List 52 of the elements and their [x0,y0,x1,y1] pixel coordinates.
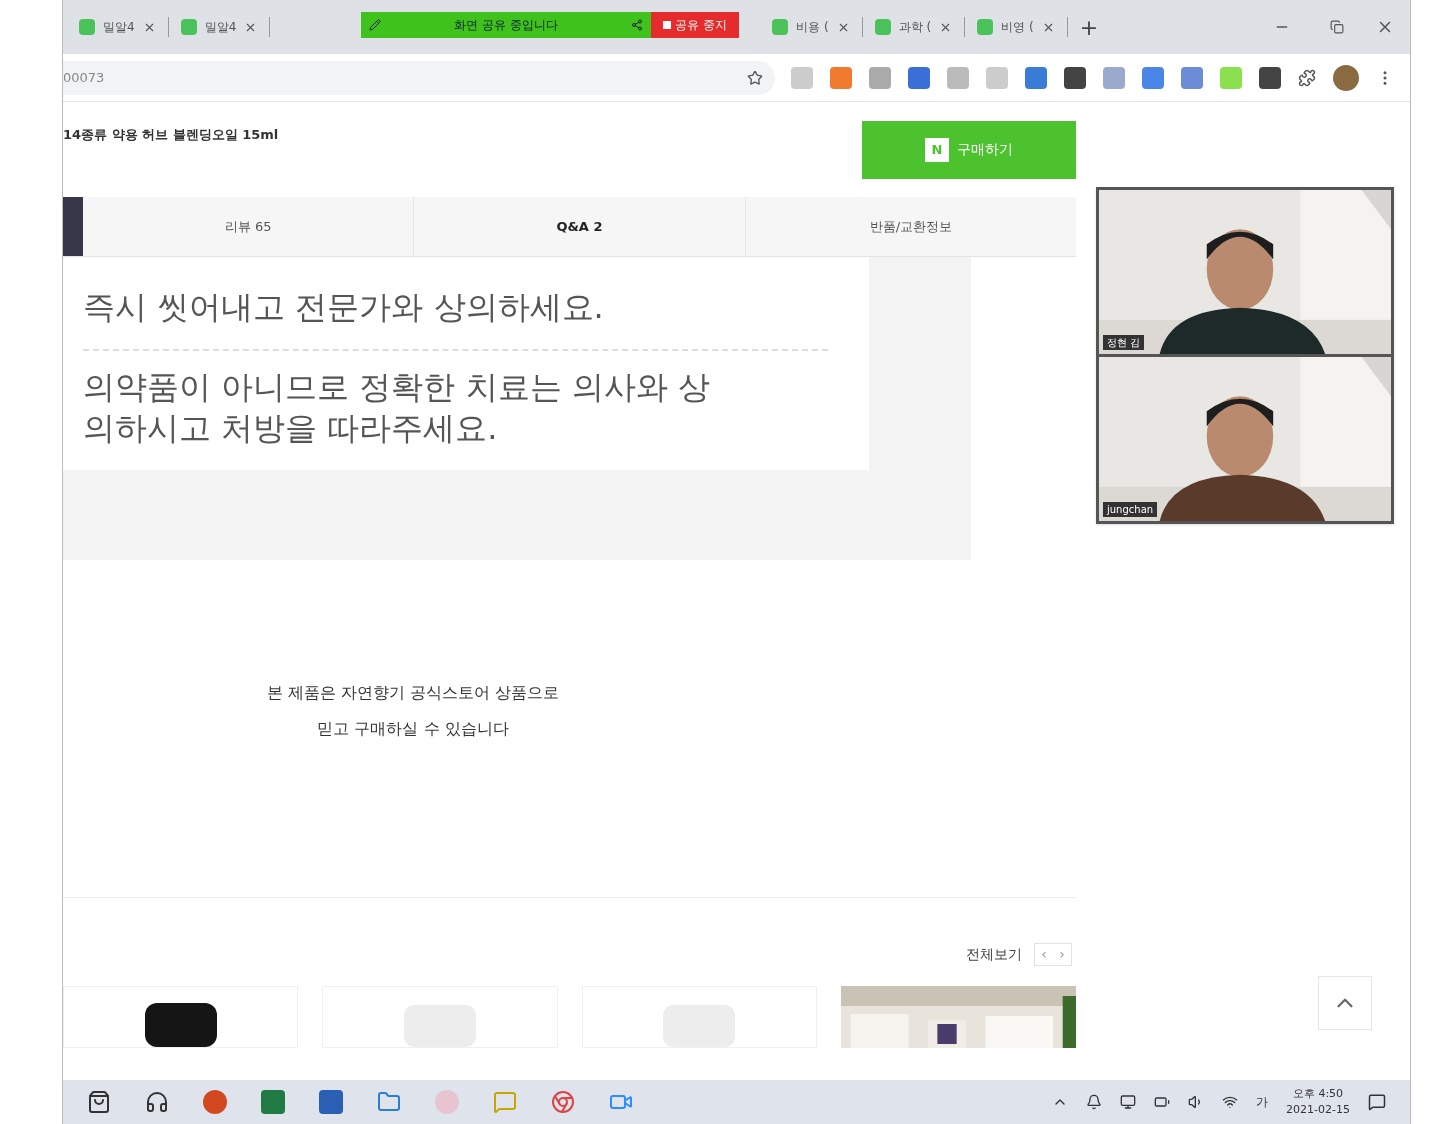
product-title: 14종류 약용 허브 블렌딩오일 15ml [63,125,279,144]
stop-icon [663,21,671,29]
extension-icon[interactable] [908,66,930,89]
browser-icon[interactable] [551,1090,575,1114]
star-icon[interactable] [747,69,763,86]
clock-date: 2021-02-15 [1286,1102,1350,1118]
browser-tab[interactable]: 밀알4 [67,10,168,44]
app-icon[interactable] [203,1090,227,1114]
product-tab[interactable]: 리뷰 65 [83,197,414,256]
bell-icon[interactable] [1086,1094,1103,1110]
notice-text: 의약품이 아니므로 정확한 치료는 의사와 상의하시고 처방을 따라주세요. [83,366,711,450]
share-banner: 화면 공유 중입니다 [361,12,651,38]
store-note-text: 믿고 구매하실 수 있습니다 [317,717,509,740]
notification-icon[interactable] [1368,1093,1386,1111]
new-tab-button[interactable]: + [1067,10,1111,44]
participant-name: jungchan [1103,502,1158,517]
extension-icon[interactable] [1025,66,1047,89]
extensions-icon[interactable] [1298,68,1316,87]
tab-indicator [63,197,83,256]
ime-indicator[interactable]: 가 [1256,1093,1269,1111]
tab-favicon-icon [79,19,95,35]
browser-tab[interactable]: 비영 ( [965,10,1067,44]
participant-name: 정현 김 [1103,335,1145,350]
store-note-text: 본 제품은 자연향기 공식스토어 상품으로 [266,681,560,704]
tab-favicon-icon [772,19,789,35]
share-icon [631,19,643,31]
browser-tab[interactable]: 밀알4 [168,10,270,44]
headphones-icon[interactable] [145,1090,169,1114]
browser-tab[interactable]: 과학 ( [862,10,965,44]
tab-favicon-icon [874,19,891,35]
stop-share-button[interactable]: 공유 중지 [651,12,739,38]
avatar-icon[interactable] [1333,64,1359,91]
tab-favicon-icon [180,19,197,35]
network-icon[interactable] [1222,1094,1239,1110]
naver-logo-icon: N [925,137,949,162]
battery-icon[interactable] [1154,1094,1171,1110]
extension-icon[interactable] [1259,66,1281,89]
restore-icon[interactable] [1330,20,1344,34]
product-card[interactable] [63,985,299,1048]
notice-text: 즉시 씻어내고 전문가와 상의하세요. [83,287,828,351]
clock-time: 오후 4:50 [1292,1086,1344,1102]
view-all-link[interactable]: 전체보기 [966,943,1022,965]
monitor-icon[interactable] [1120,1094,1137,1110]
pencil-icon [369,19,381,31]
folder-icon[interactable] [377,1090,401,1114]
product-tab[interactable]: 반품/교환정보 [744,197,1076,256]
address-field[interactable]: 00073 [63,60,775,95]
product-tab[interactable]: Q&A 2 [413,197,745,256]
tab-favicon-icon [977,19,994,35]
extension-icon[interactable] [1064,66,1086,89]
bag-icon[interactable] [87,1090,111,1114]
browser-tab[interactable]: 비용 ( [760,10,862,44]
